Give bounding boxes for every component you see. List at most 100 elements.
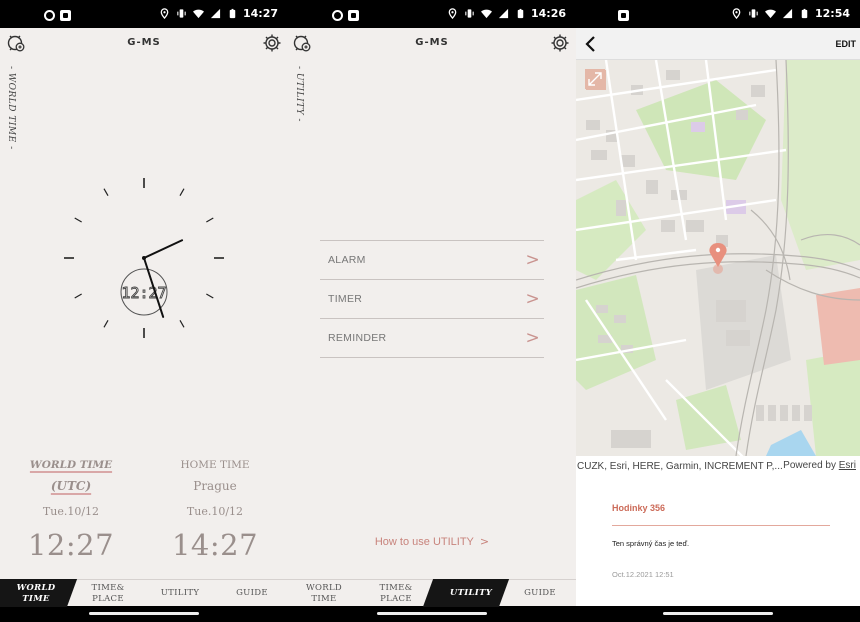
menu-item-timer[interactable]: TIMER > — [320, 280, 544, 319]
world-time-date: Tue.10/12 — [42, 505, 100, 518]
menu-item-label: TIMER — [328, 293, 363, 305]
messenger-icon — [332, 10, 343, 21]
top-app-bar: EDIT — [576, 28, 860, 60]
app-notification-icon — [60, 10, 71, 21]
powered-by: Powered by Esri — [783, 460, 856, 471]
clock-tick — [179, 188, 185, 196]
utility-menu: ALARM > TIMER > REMINDER > — [320, 240, 544, 358]
status-bar: 14:26 — [288, 0, 576, 28]
menu-item-label: ALARM — [328, 254, 366, 266]
tab-utility[interactable]: UTILITY — [144, 580, 216, 607]
location-icon — [160, 8, 169, 19]
esri-link[interactable]: Esri — [839, 460, 856, 471]
bottom-tab-bar: WORLD TIME TIME& PLACE UTILITY GUIDE — [288, 579, 576, 606]
digital-time: 12:27 — [121, 284, 166, 302]
notification-icons — [618, 8, 629, 26]
reminder-body: Ten správný čas je teď. — [612, 539, 690, 548]
home-time-city: Prague — [193, 479, 237, 493]
clock-tick — [74, 293, 82, 299]
clock-tick — [179, 320, 185, 328]
app-header: G-MS — [0, 28, 288, 58]
bottom-tab-bar: WORLD TIME TIME& PLACE UTILITY GUIDE — [0, 579, 288, 606]
edit-button[interactable]: EDIT — [835, 39, 856, 49]
tab-utility[interactable]: UTILITY — [438, 580, 504, 607]
status-time: 14:27 — [242, 7, 278, 20]
chevron-right-icon: > — [479, 535, 490, 548]
reminder-title: Hodinky 356 — [612, 500, 830, 526]
how-to-use-link[interactable]: How to use UTILITY > — [288, 535, 576, 548]
home-time-label: HOME TIME — [180, 459, 250, 471]
gear-icon[interactable] — [550, 33, 570, 53]
app-notification-icon — [348, 10, 359, 21]
system-nav-bar — [288, 606, 576, 622]
hour-hand — [143, 239, 184, 259]
status-time: 14:26 — [530, 7, 566, 20]
world-time-screen: 14:27 G-MS - WORLD TIME - 12:27 WORLD TI… — [0, 0, 288, 622]
signal-icon — [210, 8, 221, 19]
home-gesture-handle[interactable] — [89, 612, 199, 615]
chevron-right-icon: > — [525, 250, 540, 270]
clock-tick — [206, 217, 214, 223]
world-time-label: WORLD TIME — [29, 459, 113, 471]
system-icons — [731, 8, 810, 19]
status-bar: 12:54 — [576, 0, 860, 28]
tab-world-time[interactable]: WORLD TIME — [0, 580, 72, 607]
signal-icon — [498, 8, 509, 19]
expand-icon[interactable] — [585, 69, 605, 89]
home-time-column[interactable]: HOME TIME Prague Tue.10/12 14:27 — [160, 459, 270, 562]
reminder-note: Hodinky 356 Ten správný čas je teď. Oct.… — [612, 500, 830, 579]
world-time-value: 12:27 — [27, 528, 115, 562]
how-to-use-label: How to use UTILITY — [374, 536, 474, 548]
location-icon — [732, 8, 741, 19]
world-time-city: (UTC) — [50, 479, 92, 493]
home-gesture-handle[interactable] — [663, 612, 773, 615]
signal-icon — [782, 8, 793, 19]
home-time-date: Tue.10/12 — [186, 505, 244, 518]
system-icons — [447, 8, 526, 19]
clock-tick — [74, 217, 82, 223]
wifi-icon — [193, 9, 204, 19]
messenger-icon — [44, 10, 55, 21]
attribution-text: CUZK, Esri, HERE, Garmin, INCREMENT P,..… — [577, 460, 783, 472]
section-label: - WORLD TIME - — [6, 66, 16, 150]
notification-icons — [44, 8, 71, 26]
tab-time-place[interactable]: TIME& PLACE — [360, 580, 432, 607]
vibrate-icon — [749, 9, 758, 18]
brand-logo: G-MS — [127, 37, 161, 48]
status-bar: 14:27 — [0, 0, 288, 28]
analog-clock: 12:27 — [64, 178, 224, 338]
tab-world-time[interactable]: WORLD TIME — [288, 580, 360, 607]
reminder-detail-screen: 12:54 EDIT CUZK, Esri, HERE, Garmin, INC… — [576, 0, 860, 622]
gear-icon[interactable] — [262, 33, 282, 53]
location-icon — [448, 8, 457, 19]
status-time: 12:54 — [814, 7, 850, 20]
map-attribution: CUZK, Esri, HERE, Garmin, INCREMENT P,..… — [576, 456, 860, 476]
tab-guide[interactable]: GUIDE — [504, 580, 576, 607]
wifi-icon — [481, 9, 492, 19]
battery-icon — [517, 8, 524, 19]
battery-icon — [229, 8, 236, 19]
vibrate-icon — [465, 9, 474, 18]
vibrate-icon — [177, 9, 186, 18]
chevron-right-icon: > — [525, 328, 540, 348]
menu-item-alarm[interactable]: ALARM > — [320, 241, 544, 280]
location-map[interactable] — [576, 60, 860, 456]
clock-center — [142, 256, 146, 260]
clock-tick — [103, 188, 109, 196]
section-label: - UTILITY - — [294, 66, 304, 122]
home-gesture-handle[interactable] — [377, 612, 487, 615]
world-time-column[interactable]: WORLD TIME (UTC) Tue.10/12 12:27 — [16, 459, 126, 562]
tab-guide[interactable]: GUIDE — [216, 580, 288, 607]
system-icons — [159, 8, 238, 19]
battery-icon — [801, 8, 808, 19]
menu-item-label: REMINDER — [328, 332, 387, 344]
notification-icons — [332, 8, 359, 26]
reminder-date: Oct.12.2021 12:51 — [612, 570, 674, 579]
tab-time-place[interactable]: TIME& PLACE — [72, 580, 144, 607]
menu-item-reminder[interactable]: REMINDER > — [320, 319, 544, 358]
back-arrow-icon[interactable] — [584, 36, 598, 52]
clock-tick — [103, 320, 109, 328]
system-nav-bar — [0, 606, 288, 622]
wifi-icon — [765, 9, 776, 19]
utility-screen: 14:26 G-MS - UTILITY - ALARM > TIMER > REM… — [288, 0, 576, 622]
